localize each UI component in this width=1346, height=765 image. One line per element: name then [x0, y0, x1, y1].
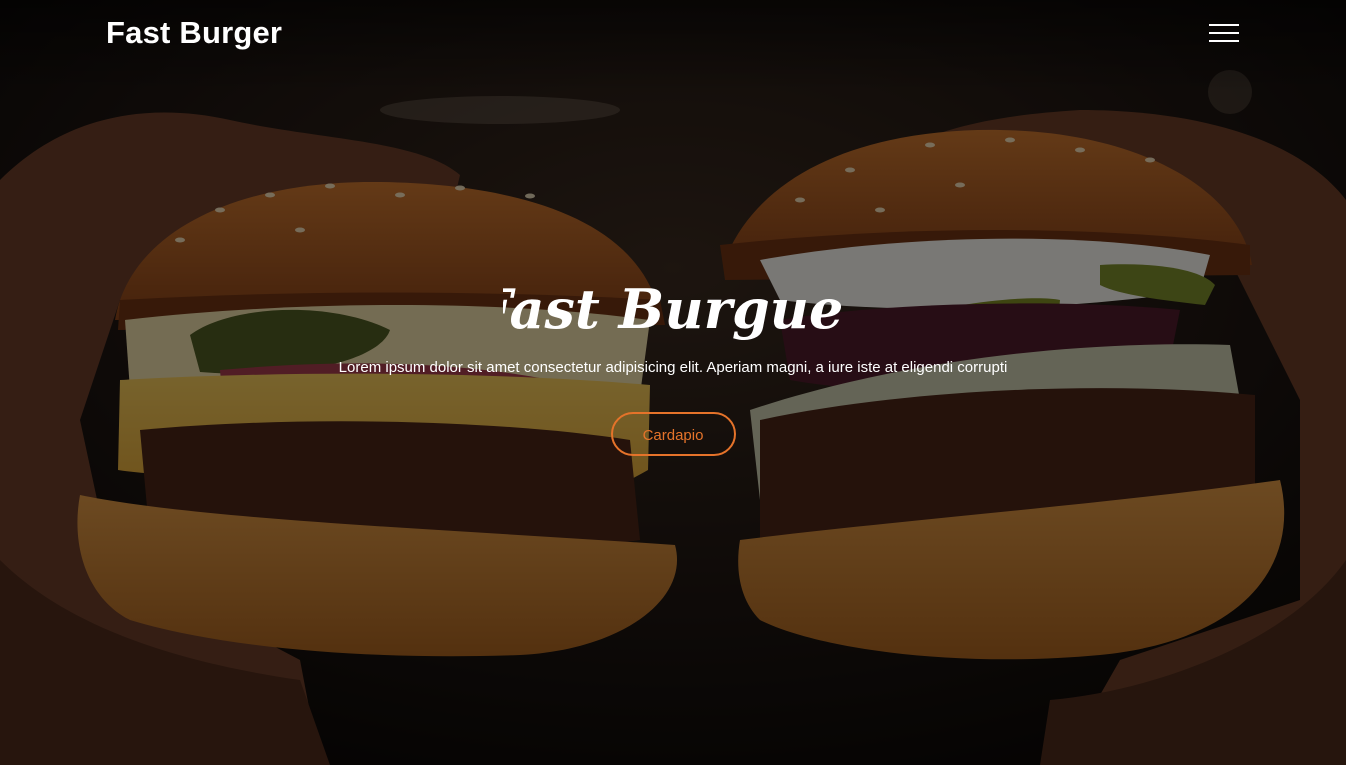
hamburger-menu-icon[interactable] — [1206, 21, 1242, 47]
cardapio-button[interactable]: Cardapio — [610, 412, 736, 456]
menu-line — [1209, 32, 1239, 34]
hero-section: Fast Burger Fast Burguer Lorem ipsum dol… — [0, 0, 1346, 765]
hero-title-text: Fast Burguer — [503, 277, 843, 341]
brand-logo-link[interactable]: Fast Burger — [106, 13, 282, 53]
menu-line — [1209, 40, 1239, 42]
top-navbar: Fast Burger — [0, 0, 1346, 68]
hero-description: Lorem ipsum dolor sit amet consectetur a… — [338, 359, 1008, 376]
hero-title: Fast Burguer — [503, 277, 843, 341]
menu-line — [1209, 24, 1239, 26]
hero-content: Fast Burguer Lorem ipsum dolor sit amet … — [333, 270, 1013, 456]
